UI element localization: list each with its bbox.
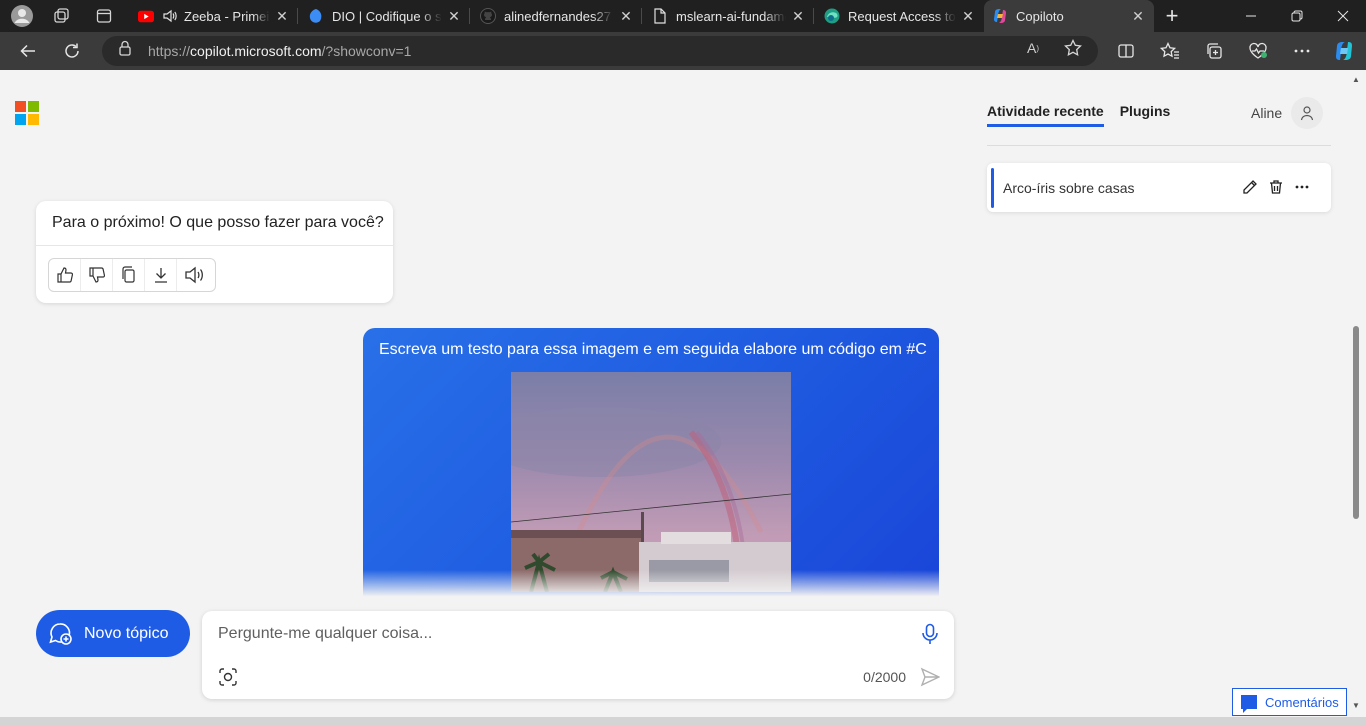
copilot-icon [992,8,1008,24]
tab-separator [641,8,642,24]
read-aloud-speaker-icon[interactable] [177,259,213,291]
read-aloud-icon[interactable]: A) [1024,39,1042,57]
comment-icon [1241,695,1257,713]
close-tab-icon[interactable]: ✕ [790,8,806,25]
close-tab-icon[interactable]: ✕ [446,8,462,25]
minimize-button[interactable] [1228,0,1274,32]
tab-title: Copiloto [1016,8,1064,24]
browser-tab-bar: Zeeba - Primeiro Encontro ✕ DIO | Codifi… [0,0,1366,32]
recent-activity-item[interactable]: Arco-íris sobre casas [987,163,1331,212]
tab-title: Request Access to Azure [848,8,956,24]
character-counter: 0/2000 [863,669,906,685]
restore-button[interactable] [1274,0,1320,32]
recent-item-label: Arco-íris sobre casas [1003,180,1135,196]
divider [987,145,1331,146]
microsoft-logo[interactable] [15,101,39,125]
refresh-button[interactable] [58,38,86,64]
more-options-icon[interactable] [1288,38,1316,64]
youtube-icon [138,8,154,24]
back-button[interactable] [14,38,42,64]
close-tab-icon[interactable]: ✕ [618,8,634,25]
download-icon[interactable] [145,259,177,291]
bot-message-text: Para o próximo! O que posso fazer para v… [52,214,384,231]
chat-composer: 0/2000 [202,611,954,699]
user-name[interactable]: Aline [1251,105,1282,121]
feedback-label: Comentários [1265,694,1339,710]
close-tab-icon[interactable]: ✕ [274,8,290,25]
new-chat-icon [48,621,74,647]
tab-recent-activity[interactable]: Atividade recente [987,103,1104,127]
url-path: /?showconv=1 [321,43,412,59]
tab-azure-access[interactable]: Request Access to Azure ✕ [816,0,984,32]
github-icon [480,8,496,24]
new-topic-button[interactable]: Novo tópico [36,610,190,657]
url-scheme: https:// [148,43,191,59]
scroll-down-icon[interactable]: ▼ [1352,702,1360,710]
new-topic-label: Novo tópico [84,624,169,642]
lock-icon[interactable] [116,39,134,57]
profile-icon[interactable] [10,4,34,28]
tab-separator [297,8,298,24]
thumbs-up-icon[interactable] [49,259,81,291]
bot-message-card: Para o próximo! O que posso fazer para v… [36,201,393,303]
new-tab-button[interactable]: + [1154,3,1190,29]
attached-rainbow-photo[interactable] [511,372,791,592]
user-message-text: Escreva um testo para essa imagem e em s… [379,341,927,358]
scroll-thumb[interactable] [1353,326,1359,519]
copilot-page: Para o próximo! O que posso fazer para v… [4,70,1347,717]
dio-icon [308,8,324,24]
copy-icon[interactable] [113,259,145,291]
split-screen-icon[interactable] [1112,38,1140,64]
workspaces-icon[interactable] [50,4,74,28]
tab-title: Zeeba - Primeiro Encontro [184,8,270,24]
tab-title: alinedfernandes27 (Aline) [504,8,614,24]
avatar[interactable] [1291,97,1323,129]
thumbs-down-icon[interactable] [81,259,113,291]
user-message-card: Escreva um testo para essa imagem e em s… [363,328,939,598]
taskbar-edge [0,717,1366,725]
favorites-icon[interactable] [1156,38,1184,64]
tab-dio[interactable]: DIO | Codifique o seu futuro ✕ [300,0,470,32]
selected-indicator [991,168,994,208]
collections-icon[interactable] [1200,38,1228,64]
microphone-icon[interactable] [920,623,940,645]
scroll-up-icon[interactable]: ▲ [1352,76,1360,84]
copilot-sidebar-icon[interactable] [1330,38,1358,64]
edge-icon [824,8,840,24]
address-bar-row: https://copilot.microsoft.com/?showconv=… [0,32,1366,70]
tab-copilot[interactable]: Copiloto ✕ [984,0,1154,32]
more-options-icon[interactable] [1293,178,1311,196]
tab-actions-icon[interactable] [92,4,116,28]
visual-search-icon[interactable] [218,667,238,687]
document-icon [652,8,668,24]
tab-separator [813,8,814,24]
chat-input[interactable] [218,621,898,647]
close-tab-icon[interactable]: ✕ [1130,8,1146,25]
tab-mslearn[interactable]: mslearn-ai-fundamentals ✕ [644,0,814,32]
tab-youtube[interactable]: Zeeba - Primeiro Encontro ✕ [130,0,298,32]
favorite-star-icon[interactable] [1064,39,1082,57]
sidebar-tabs: Atividade recente Plugins [987,103,1170,127]
tab-plugins[interactable]: Plugins [1120,103,1171,127]
tab-title: mslearn-ai-fundamentals [676,8,786,24]
tab-github[interactable]: alinedfernandes27 (Aline) ✕ [472,0,642,32]
feedback-button[interactable]: Comentários [1232,688,1347,716]
divider [36,245,393,246]
tab-separator [469,8,470,24]
send-icon[interactable] [920,667,941,687]
message-actions [48,258,216,292]
tab-title: DIO | Codifique o seu futuro [332,8,442,24]
url-field[interactable]: https://copilot.microsoft.com/?showconv=… [102,36,1098,66]
url-host: copilot.microsoft.com [190,43,322,59]
edit-pencil-icon[interactable] [1241,178,1259,196]
close-tab-icon[interactable]: ✕ [960,8,976,25]
speaker-icon[interactable] [162,8,178,24]
browser-essentials-icon[interactable] [1244,38,1272,64]
page-scrollbar[interactable]: ▲ ▼ [1347,70,1366,717]
close-window-button[interactable] [1320,0,1366,32]
delete-trash-icon[interactable] [1267,178,1285,196]
